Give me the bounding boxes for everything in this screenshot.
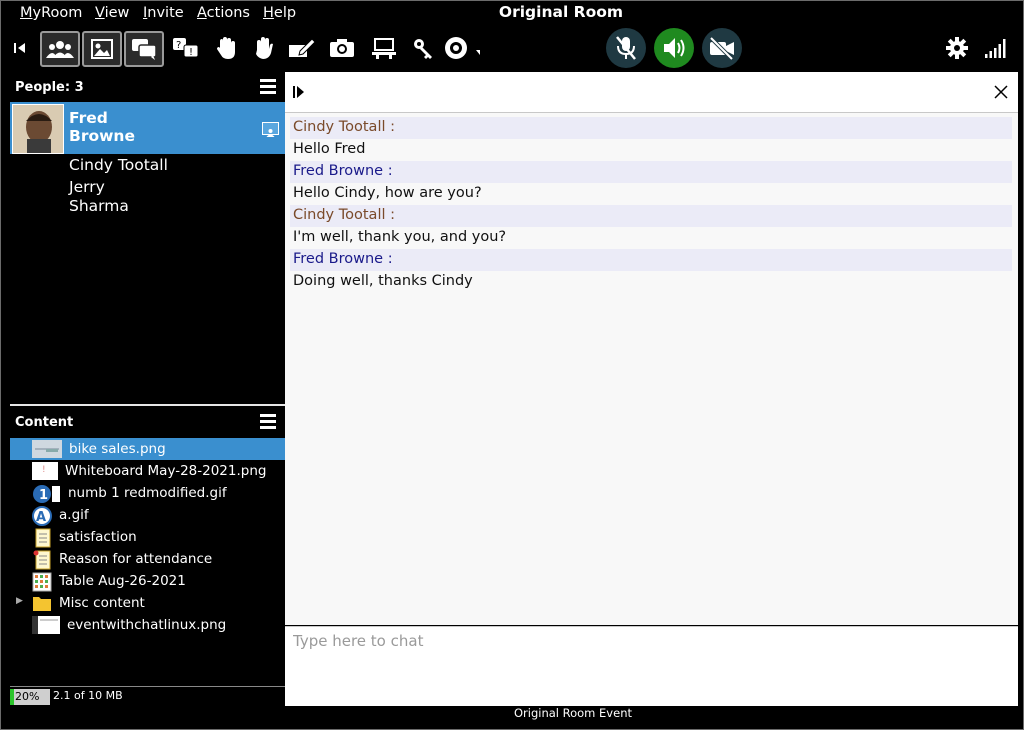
chat-message: I'm well, thank you, and you? bbox=[293, 229, 507, 245]
content-item[interactable]: A a.gif bbox=[10, 504, 285, 526]
expand-panel-icon[interactable] bbox=[293, 84, 305, 103]
letter-a-icon: A bbox=[32, 506, 52, 526]
collapse-left-icon[interactable] bbox=[2, 30, 38, 66]
svg-text:1: 1 bbox=[39, 488, 48, 503]
chat-message: Hello Cindy, how are you? bbox=[293, 185, 482, 201]
webtour-icon[interactable] bbox=[366, 30, 402, 66]
chat-sender: Cindy Tootall : bbox=[290, 205, 1012, 227]
menubar: MyRoom View Invite Actions Help Original… bbox=[0, 0, 1024, 26]
avatar bbox=[12, 104, 64, 154]
storage-progress-fill bbox=[10, 689, 14, 705]
question-icon[interactable]: ?! bbox=[168, 30, 204, 66]
whiteboard-icon[interactable] bbox=[284, 30, 320, 66]
expand-arrow-icon[interactable]: ▶ bbox=[16, 596, 23, 606]
storage-status: 20% 2.1 of 10 MB bbox=[10, 686, 285, 707]
key-icon[interactable] bbox=[406, 30, 442, 66]
person-row-selected[interactable]: Fred Browne bbox=[10, 102, 285, 154]
svg-text:A: A bbox=[36, 510, 46, 525]
sender-cindy: Cindy Tootall : bbox=[293, 119, 395, 135]
person-name-jerry[interactable]: Jerry Sharma bbox=[69, 178, 129, 216]
chat-header bbox=[285, 72, 1018, 113]
storage-progress-bar: 20% bbox=[10, 689, 50, 705]
close-icon[interactable] bbox=[994, 84, 1008, 103]
survey-icon bbox=[32, 550, 52, 570]
content-item[interactable]: Reason for attendance bbox=[10, 548, 285, 570]
svg-text:?: ? bbox=[176, 40, 181, 51]
camera-icon[interactable] bbox=[324, 30, 360, 66]
wave-icon[interactable] bbox=[246, 30, 282, 66]
emoji-status-icon[interactable] bbox=[444, 30, 480, 66]
chat-message: Doing well, thanks Cindy bbox=[293, 273, 473, 289]
svg-text:!: ! bbox=[42, 465, 46, 475]
content-menu-icon[interactable] bbox=[260, 414, 276, 432]
content-item[interactable]: bike sales.png bbox=[10, 438, 285, 460]
people-panel-header: People: 3 bbox=[10, 72, 285, 102]
chat-sender: Fred Browne : bbox=[290, 249, 1012, 271]
chat-sender: Cindy Tootall : bbox=[290, 117, 1012, 139]
survey-icon bbox=[32, 528, 52, 548]
raise-hand-icon[interactable] bbox=[208, 30, 244, 66]
folder-icon bbox=[32, 594, 52, 612]
chat-message: Hello Fred bbox=[293, 141, 366, 157]
content-item[interactable]: ! Whiteboard May-28-2021.png bbox=[10, 460, 285, 482]
speaker-on-icon[interactable] bbox=[654, 28, 694, 68]
content-item[interactable]: 1 numb 1 redmodified.gif bbox=[10, 482, 285, 504]
content-title: Content bbox=[15, 415, 74, 430]
svg-text:!: ! bbox=[189, 47, 193, 58]
image-view-icon[interactable] bbox=[82, 31, 122, 67]
content-panel-header: Content bbox=[10, 407, 285, 437]
storage-text: 2.1 of 10 MB bbox=[53, 689, 123, 702]
image-thumb-icon bbox=[32, 616, 60, 634]
panel-divider[interactable] bbox=[10, 404, 285, 406]
chat-view-icon[interactable] bbox=[124, 31, 164, 67]
chat-sender: Fred Browne : bbox=[290, 161, 1012, 183]
chat-transcript: Cindy Tootall : Hello Fred Fred Browne :… bbox=[285, 113, 1018, 625]
whiteboard-thumb-icon: ! bbox=[32, 462, 58, 480]
image-thumb-icon bbox=[32, 440, 62, 458]
people-menu-icon[interactable] bbox=[260, 79, 276, 97]
content-item[interactable]: eventwithchatlinux.png bbox=[10, 614, 285, 636]
content-item[interactable]: satisfaction bbox=[10, 526, 285, 548]
people-count: People: 3 bbox=[15, 80, 84, 95]
signal-icon[interactable] bbox=[978, 30, 1014, 66]
sender-fred: Fred Browne : bbox=[293, 251, 393, 267]
number-one-icon: 1 bbox=[32, 484, 60, 503]
window-title: Original Room bbox=[498, 3, 624, 21]
event-name: Original Room Event bbox=[513, 706, 632, 720]
sender-fred: Fred Browne : bbox=[293, 163, 393, 179]
content-item[interactable]: ▶ Misc content bbox=[10, 592, 285, 614]
sender-cindy: Cindy Tootall : bbox=[293, 207, 395, 223]
content-item[interactable]: Table Aug-26-2021 bbox=[10, 570, 285, 592]
video-off-icon[interactable] bbox=[702, 28, 742, 68]
person-name: Fred Browne bbox=[69, 109, 135, 145]
chat-input[interactable] bbox=[291, 631, 995, 651]
presenter-card-icon[interactable] bbox=[262, 122, 279, 137]
mic-muted-icon[interactable] bbox=[606, 28, 646, 68]
person-name-cindy[interactable]: Cindy Tootall bbox=[69, 156, 168, 175]
chat-input-area[interactable] bbox=[285, 626, 1018, 706]
people-view-icon[interactable] bbox=[40, 31, 80, 67]
settings-icon[interactable] bbox=[939, 30, 975, 66]
table-icon bbox=[32, 572, 52, 592]
